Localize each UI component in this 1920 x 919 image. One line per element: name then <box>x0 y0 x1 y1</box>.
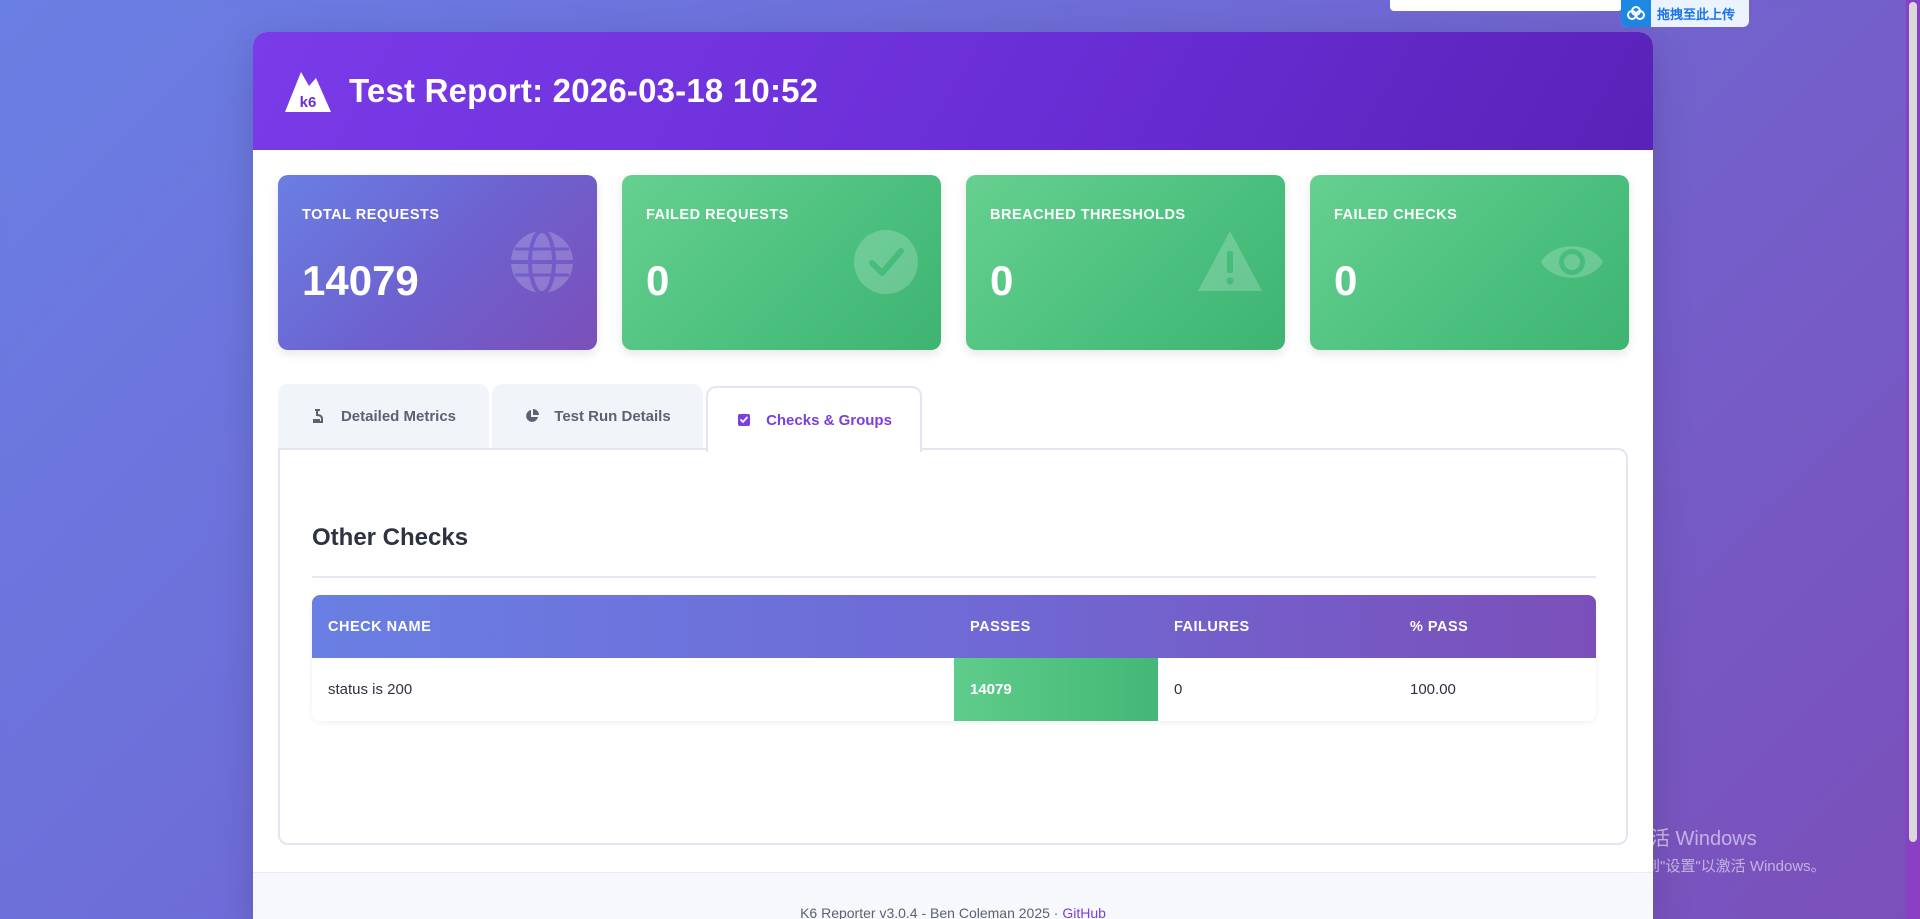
upload-label: 拖拽至此上传 <box>1657 7 1736 22</box>
tab-bar: Detailed Metrics Test Run Details Checks… <box>278 384 922 452</box>
stat-value: 0 <box>646 257 670 304</box>
checks-table: CHECK NAME PASSES FAILURES % PASS status… <box>312 595 1596 721</box>
checks-panel: Other Checks CHECK NAME PASSES FAILURES … <box>278 448 1628 845</box>
eye-icon <box>1541 246 1603 278</box>
table-row: status is 200 14079 0 100.00 <box>312 658 1596 721</box>
k6-logo: k6 <box>285 72 331 112</box>
tab-checks-groups[interactable]: Checks & Groups <box>706 386 922 452</box>
cell-pass-percent: 100.00 <box>1410 681 1456 698</box>
check-circle-icon <box>854 230 918 294</box>
page-title: Test Report: 2026-03-18 10:52 <box>349 72 819 109</box>
upload-button[interactable]: 拖拽至此上传 <box>1621 0 1749 27</box>
tab-test-run-details[interactable]: Test Run Details <box>492 384 703 448</box>
stat-value: 14079 <box>302 257 419 304</box>
tab-detailed-metrics[interactable]: Detailed Metrics <box>278 384 489 448</box>
page-scrollbar[interactable] <box>1906 0 1920 919</box>
section-divider <box>312 576 1596 578</box>
watermark-subtitle: 转到"设置"以激活 Windows。 <box>1630 858 1826 875</box>
cell-passes: 14079 <box>954 658 1158 721</box>
stat-breached-thresholds: BREACHED THRESHOLDS 0 <box>966 175 1285 350</box>
stat-label: FAILED REQUESTS <box>646 207 789 223</box>
stat-total-requests: TOTAL REQUESTS 14079 <box>278 175 597 350</box>
stat-label: TOTAL REQUESTS <box>302 207 440 223</box>
pie-chart-icon <box>526 409 540 422</box>
report-header: k6 Test Report: 2026-03-18 10:52 <box>253 32 1653 150</box>
svg-text:k6: k6 <box>300 94 317 111</box>
stats-row: TOTAL REQUESTS 14079 FAILED REQUESTS 0 B… <box>278 175 1629 350</box>
table-header: CHECK NAME PASSES FAILURES % PASS <box>312 595 1596 658</box>
stat-value: 0 <box>990 257 1014 304</box>
stat-failed-checks: FAILED CHECKS 0 <box>1310 175 1629 350</box>
col-check-name: CHECK NAME <box>328 618 432 635</box>
globe-icon <box>511 229 573 295</box>
cell-failures: 0 <box>1174 681 1183 698</box>
upload-drop-area[interactable] <box>1390 0 1622 11</box>
flask-icon <box>312 409 323 423</box>
watermark-title: 激活 Windows <box>1630 828 1757 850</box>
section-title: Other Checks <box>312 524 469 551</box>
checkbox-icon <box>738 414 751 426</box>
stat-failed-requests: FAILED REQUESTS 0 <box>622 175 941 350</box>
tab-label: Test Run Details <box>554 407 671 425</box>
scrollbar-thumb[interactable] <box>1909 2 1917 842</box>
windows-activation-watermark: 激活 Windows 转到"设置"以激活 Windows。 <box>1630 822 1826 876</box>
col-passes: PASSES <box>970 618 1031 635</box>
tab-label: Checks & Groups <box>766 411 892 429</box>
footer-text: K6 Reporter v3.0.4 - Ben Coleman 2025 · <box>800 905 1063 919</box>
stat-value: 0 <box>1334 257 1358 304</box>
stat-label: BREACHED THRESHOLDS <box>990 207 1186 223</box>
report-card: k6 Test Report: 2026-03-18 10:52 TOTAL R… <box>253 32 1653 919</box>
warning-icon <box>1198 231 1262 291</box>
footer: K6 Reporter v3.0.4 - Ben Coleman 2025 · … <box>253 872 1653 919</box>
stat-label: FAILED CHECKS <box>1334 207 1458 223</box>
cell-check-name: status is 200 <box>328 681 413 698</box>
github-link[interactable]: GitHub <box>1062 905 1106 919</box>
tab-label: Detailed Metrics <box>340 407 457 425</box>
col-pass-percent: % PASS <box>1410 618 1469 635</box>
col-failures: FAILURES <box>1174 618 1250 635</box>
cloud-upload-icon <box>1621 0 1651 27</box>
